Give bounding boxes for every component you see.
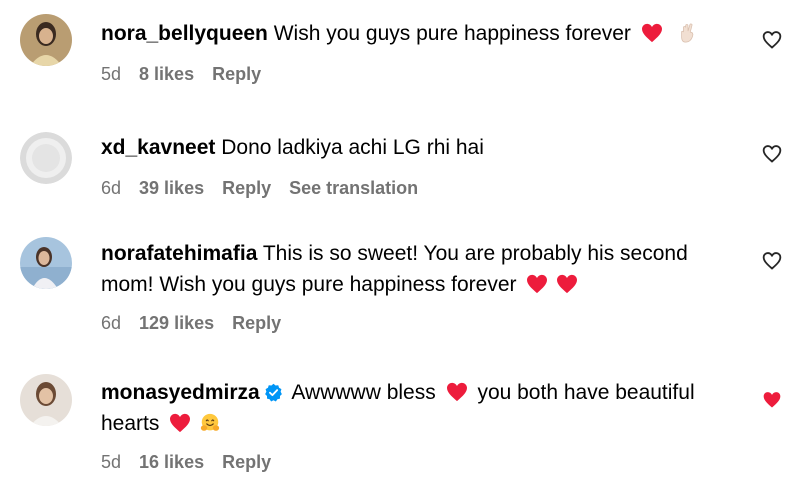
comment-text: norafatehimafia This is so sweet! You ar…: [101, 238, 741, 300]
like-button[interactable]: [762, 390, 782, 410]
avatar[interactable]: [20, 14, 72, 66]
see-translation-button[interactable]: See translation: [289, 178, 418, 198]
comment-body-line1: This is so sweet! You are probably his s…: [262, 242, 688, 265]
reply-button[interactable]: Reply: [222, 452, 271, 472]
comment-likes[interactable]: 39 likes: [139, 178, 204, 198]
verified-badge-icon: [264, 383, 282, 402]
comment-username[interactable]: monasyedmirza: [101, 381, 260, 404]
comment-time: 5d: [101, 452, 122, 472]
avatar[interactable]: [20, 237, 72, 289]
comment-body: Wish you guys pure happiness forever: [273, 22, 631, 45]
comment-text: nora_bellyqueen Wish you guys pure happi…: [101, 18, 741, 49]
comment-meta: 6d 129 likes Reply: [101, 313, 299, 334]
avatar[interactable]: [20, 132, 72, 184]
reply-button[interactable]: Reply: [232, 313, 281, 333]
avatar[interactable]: [20, 374, 72, 426]
comment-time: 5d: [101, 64, 122, 84]
heart-outline-icon: [762, 252, 782, 270]
red-heart-icon: [527, 274, 548, 294]
comment-body-line2: mom! Wish you guys pure happiness foreve…: [101, 273, 517, 296]
comment-meta: 5d 8 likes Reply: [101, 64, 279, 85]
like-button[interactable]: [762, 30, 782, 50]
comment-meta: 6d 39 likes Reply See translation: [101, 178, 436, 199]
heart-filled-icon: [763, 392, 781, 408]
reply-button[interactable]: Reply: [212, 64, 261, 84]
comment-username[interactable]: xd_kavneet: [101, 136, 215, 159]
reply-button[interactable]: Reply: [222, 178, 271, 198]
comment-body: Dono ladkiya achi LG rhi hai: [221, 136, 484, 159]
red-heart-icon: [446, 382, 467, 402]
red-heart-icon: [170, 413, 191, 433]
comment-text: monasyedmirza Awwwww bless you both have…: [101, 377, 741, 439]
red-heart-icon: [557, 274, 578, 294]
comment-text: xd_kavneet Dono ladkiya achi LG rhi hai: [101, 132, 741, 163]
heart-outline-icon: [762, 145, 782, 163]
crossed-fingers-icon: [680, 23, 693, 43]
heart-outline-icon: [762, 31, 782, 49]
comment-body-part2: you both have beautiful: [477, 381, 695, 404]
comment-body-part1: Awwwww bless: [291, 381, 436, 404]
comment-time: 6d: [101, 178, 122, 198]
comment-time: 6d: [101, 313, 122, 333]
comment-username[interactable]: nora_bellyqueen: [101, 22, 268, 45]
hugging-face-icon: [201, 413, 220, 431]
comment-likes[interactable]: 8 likes: [139, 64, 194, 84]
comment-username[interactable]: norafatehimafia: [101, 242, 257, 265]
red-heart-icon: [641, 23, 662, 43]
like-button[interactable]: [762, 144, 782, 164]
comment-meta: 5d 16 likes Reply: [101, 452, 289, 473]
comment-likes[interactable]: 129 likes: [139, 313, 214, 333]
comment-likes[interactable]: 16 likes: [139, 452, 204, 472]
like-button[interactable]: [762, 251, 782, 271]
comment-body-line2: hearts: [101, 412, 160, 435]
